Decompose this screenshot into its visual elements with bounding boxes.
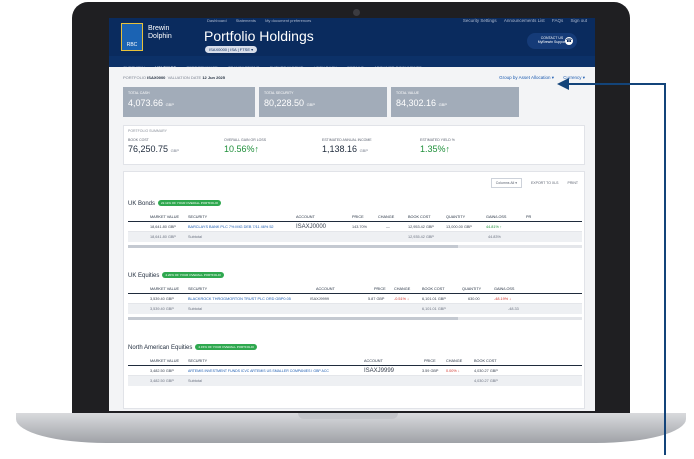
utility-links: Security Settings Announcements List FAQ… bbox=[457, 18, 587, 23]
subtotal-row: 3,482.50 GBP Subtotal 4,030.27 GBP bbox=[128, 376, 582, 386]
card-value: 84,302.16 GBP bbox=[396, 98, 448, 108]
table-row: 18,641.80 GBP BARCLAYS BANK PLC 7% MIG D… bbox=[128, 222, 582, 232]
annotation-line bbox=[664, 83, 666, 455]
total-security-card: TOTAL SECURITY 80,228.50 GBP bbox=[259, 87, 387, 117]
col-gain-loss[interactable]: GAIN/LOSS bbox=[486, 212, 506, 222]
horizontal-scrollbar[interactable] bbox=[128, 317, 582, 320]
col-book-cost[interactable]: BOOK COST bbox=[422, 284, 445, 294]
col-book-cost[interactable]: BOOK COST bbox=[408, 212, 431, 222]
allocation-badge: 22.11% OF YOUR OVERALL PORTFOLIO bbox=[158, 200, 222, 206]
col-account[interactable]: ACCOUNT bbox=[316, 284, 335, 294]
summary-title: PORTFOLIO SUMMARY bbox=[128, 129, 167, 133]
view-controls: Group by Asset Allocation ▾ Currency ▾ bbox=[491, 75, 585, 81]
card-label: TOTAL VALUE bbox=[396, 91, 420, 95]
security-link[interactable]: BLACKROCK THROGMORTON TRUST PLC ORD GBP0… bbox=[188, 294, 291, 304]
col-market-value[interactable]: MARKET VALUE bbox=[150, 356, 179, 366]
col-security[interactable]: SECURITY bbox=[188, 212, 207, 222]
link-statements[interactable]: Statements bbox=[236, 18, 256, 23]
holdings-toolbar: Columns All ▾ EXPORT TO XLS PRINT bbox=[483, 178, 579, 188]
subtotal-row: 3,539.40 GBP Subtotal 6,101.01 GBP -48.3… bbox=[128, 304, 582, 314]
total-value-card: TOTAL VALUE 84,302.16 GBP bbox=[391, 87, 519, 117]
col-change[interactable]: CHANGE bbox=[394, 284, 410, 294]
col-price-extra[interactable]: PR bbox=[526, 212, 531, 222]
card-value: 80,228.50 GBP bbox=[264, 98, 316, 108]
summary-overall-gain: OVERALL GAIN OR LOSS 10.56%↑ bbox=[224, 138, 267, 154]
link-announcements[interactable]: Announcements List bbox=[504, 18, 545, 23]
page-body: PORTFOLIO ISAX0000 VALUATION DATE 12 Jun… bbox=[109, 67, 595, 411]
print-button[interactable]: PRINT bbox=[568, 181, 579, 185]
holdings-panel: Columns All ▾ EXPORT TO XLS PRINT UK Bon… bbox=[123, 171, 585, 409]
card-label: TOTAL SECURITY bbox=[264, 91, 294, 95]
main-nav: OVERVIEW HOLDINGS PERFORMANCE TRANSACTIO… bbox=[109, 56, 595, 71]
card-label: TOTAL CASH bbox=[128, 91, 150, 95]
export-xls-button[interactable]: EXPORT TO XLS bbox=[531, 181, 559, 185]
col-change[interactable]: CHANGE bbox=[446, 356, 462, 366]
app-header: RBC Brewin Dolphin Dashboard Statements … bbox=[109, 18, 595, 56]
link-dashboard[interactable]: Dashboard bbox=[207, 18, 227, 23]
group-title: UK Bonds 22.11% OF YOUR OVERALL PORTFOLIO bbox=[128, 200, 582, 207]
table-row: 3,482.50 GBP ARTEMIS INVESTMENT FUNDS IC… bbox=[128, 366, 582, 376]
top-links: Dashboard Statements My document prefere… bbox=[207, 18, 319, 23]
group-uk-equities: UK Equities 4.20% OF YOUR OVERALL PORTFOL… bbox=[128, 272, 582, 320]
link-document-preferences[interactable]: My document preferences bbox=[265, 18, 311, 23]
group-north-american-equities: North American Equities 4.15% OF YOUR OVE… bbox=[128, 344, 582, 386]
account-selector[interactable]: ISAX0000 | ISA | FTSE ▾ bbox=[205, 46, 258, 53]
security-link[interactable]: ARTEMIS INVESTMENT FUNDS ICVC ARTEMIS US… bbox=[188, 366, 329, 376]
card-value: 4,073.66 GBP bbox=[128, 98, 175, 108]
rbc-logo: RBC bbox=[121, 23, 143, 51]
portfolio-id: ISAX0000 bbox=[147, 75, 166, 80]
group-uk-bonds: UK Bonds 22.11% OF YOUR OVERALL PORTFOLIO… bbox=[128, 200, 582, 248]
security-link[interactable]: BARCLAYS BANK PLC 7% MIG DEB 7/11 46% 52 bbox=[188, 222, 274, 232]
annotation-arrow-icon bbox=[557, 78, 569, 90]
summary-book-cost: BOOK COST 76,250.75 GBP bbox=[128, 138, 180, 154]
col-quantity[interactable]: QUANTITY bbox=[462, 284, 481, 294]
col-price[interactable]: PRICE bbox=[424, 356, 436, 366]
annotation-line bbox=[567, 83, 666, 85]
laptop-screen: RBC Brewin Dolphin Dashboard Statements … bbox=[109, 18, 595, 411]
brand-name: Brewin Dolphin bbox=[148, 25, 172, 40]
valuation-label: VALUATION DATE bbox=[167, 75, 202, 80]
col-change[interactable]: CHANGE bbox=[378, 212, 394, 222]
summary-annual-income: ESTIMATED ANNUAL INCOME 1,138.16 GBP bbox=[322, 138, 372, 154]
total-cash-card: TOTAL CASH 4,073.66 GBP bbox=[123, 87, 255, 117]
webcam-icon bbox=[353, 9, 360, 16]
col-price[interactable]: PRICE bbox=[352, 212, 364, 222]
portfolio-label: PORTFOLIO bbox=[123, 75, 147, 80]
group-title: North American Equities 4.15% OF YOUR OVE… bbox=[128, 344, 582, 351]
col-security[interactable]: SECURITY bbox=[188, 284, 207, 294]
columns-select[interactable]: Columns All ▾ bbox=[490, 178, 522, 188]
allocation-badge: 4.15% OF YOUR OVERALL PORTFOLIO bbox=[195, 344, 258, 350]
valuation-date: 12 Jun 2025 bbox=[202, 75, 226, 80]
link-faqs[interactable]: FAQs bbox=[552, 18, 563, 23]
summary-yield: ESTIMATED YIELD % 1.35%↑ bbox=[420, 138, 455, 154]
table-row: 3,539.40 GBP BLACKROCK THROGMORTON TRUST… bbox=[128, 294, 582, 304]
col-security[interactable]: SECURITY bbox=[188, 356, 207, 366]
group-by-dropdown[interactable]: Group by Asset Allocation ▾ bbox=[499, 75, 554, 80]
link-security-settings[interactable]: Security Settings bbox=[463, 18, 497, 23]
col-quantity[interactable]: QUANTITY bbox=[446, 212, 465, 222]
subtotal-row: 18,641.80 GBP Subtotal 12,935.42 GBP 44.… bbox=[128, 232, 582, 242]
group-title: UK Equities 4.20% OF YOUR OVERALL PORTFOL… bbox=[128, 272, 582, 279]
page-title: Portfolio Holdings bbox=[204, 28, 314, 44]
horizontal-scrollbar[interactable] bbox=[128, 245, 582, 248]
link-sign-out[interactable]: Sign out bbox=[570, 18, 587, 23]
col-price[interactable]: PRICE bbox=[374, 284, 386, 294]
table-header: MARKET VALUE SECURITY ACCOUNT PRICE CHAN… bbox=[128, 356, 582, 366]
col-book-cost[interactable]: BOOK COST bbox=[474, 356, 497, 366]
table-header: MARKET VALUE SECURITY ACCOUNT PRICE CHAN… bbox=[128, 212, 582, 222]
table-header: MARKET VALUE SECURITY ACCOUNT PRICE CHAN… bbox=[128, 284, 582, 294]
allocation-badge: 4.20% OF YOUR OVERALL PORTFOLIO bbox=[162, 272, 224, 278]
col-account[interactable]: ACCOUNT bbox=[296, 212, 315, 222]
phone-icon: ☎ bbox=[565, 37, 573, 45]
col-gain-loss[interactable]: GAIN/LOSS bbox=[494, 284, 514, 294]
portfolio-summary: PORTFOLIO SUMMARY BOOK COST 76,250.75 GB… bbox=[123, 125, 585, 165]
col-market-value[interactable]: MARKET VALUE bbox=[150, 212, 179, 222]
col-market-value[interactable]: MARKET VALUE bbox=[150, 284, 179, 294]
col-account[interactable]: ACCOUNT bbox=[364, 356, 383, 366]
portfolio-subheader: PORTFOLIO ISAX0000 VALUATION DATE 12 Jun… bbox=[123, 75, 225, 80]
laptop-notch bbox=[298, 413, 398, 419]
product-mockup: RBC Brewin Dolphin Dashboard Statements … bbox=[0, 0, 694, 459]
